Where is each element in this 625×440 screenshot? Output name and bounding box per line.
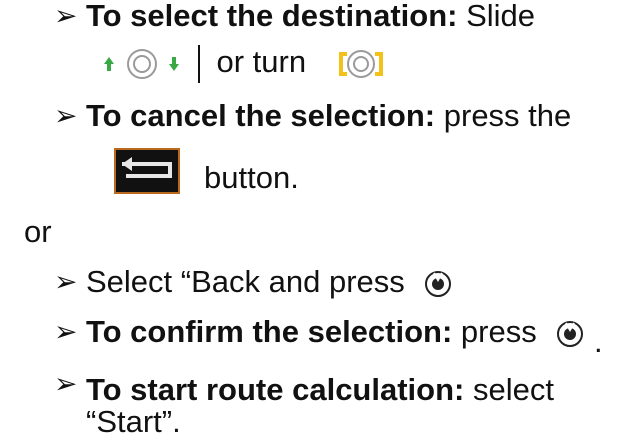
press-knob-icon [425,270,452,297]
text-start: “Start”. [86,404,181,439]
text-press: press [452,314,537,349]
text-select: select [464,372,554,407]
label-cancel-selection: To cancel the selection: [86,98,436,133]
text-or-turn: or turn [216,44,307,79]
item-start-route: To start route calculation: select [86,372,554,408]
item-select-destination: To select the destination: Slide [86,0,535,34]
item-cancel-selection: To cancel the selection: press the [86,98,571,134]
rotary-knob-icon [126,48,157,79]
press-knob-icon [557,320,584,347]
arrow-up-icon [104,56,114,71]
bullet-4: ➢ [54,316,78,347]
label-select-destination: To select the destination: [86,0,458,33]
text-slide: Slide [457,0,536,33]
back-button-icon [114,148,180,194]
bullet-1: ➢ [54,0,78,31]
item-select-destination-line2: or turn [102,44,389,88]
trailing-period: . [593,324,603,359]
text-press-the: press the [435,98,572,133]
bullet-5: ➢ [54,368,78,399]
item-confirm-selection: To confirm the selection: press . [86,314,603,359]
rotate-knob-icon [338,49,383,78]
instruction-page: ➢ To select the destination: Slide or tu… [0,0,625,439]
separator [197,44,200,83]
bullet-2: ➢ [54,100,78,131]
item-select-back: Select “Back and press [86,264,453,300]
text-or: or [24,214,52,249]
bullet-3: ➢ [54,266,78,297]
label-confirm-selection: To confirm the selection: [86,314,453,349]
arrow-down-icon [169,56,180,71]
text-button: button. [204,160,299,195]
text-select-back-and-press: Select “Back and press [86,264,405,299]
label-start-route: To start route calculation: [86,372,465,407]
